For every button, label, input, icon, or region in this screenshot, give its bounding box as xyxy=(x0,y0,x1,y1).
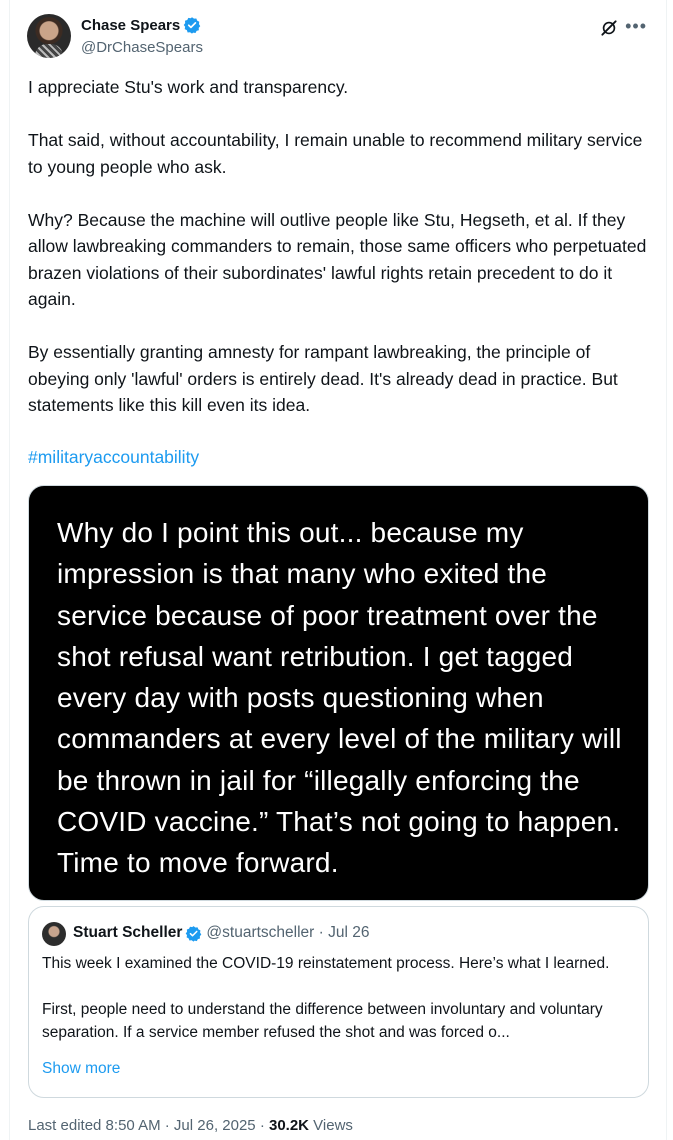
author-display-name[interactable]: Chase Spears xyxy=(81,17,180,34)
quoted-text: This week I examined the COVID-19 reinst… xyxy=(42,952,638,1067)
more-icon[interactable]: ••• xyxy=(625,16,647,37)
attached-image[interactable]: Why do I point this out... because my im… xyxy=(28,485,649,901)
verified-badge-icon xyxy=(183,17,201,34)
tweet-text: I appreciate Stu's work and transparency… xyxy=(28,74,653,445)
views-count: 30.2K xyxy=(268,1117,310,1134)
author-handle[interactable]: @DrChaseSpears xyxy=(81,39,203,56)
show-more-link[interactable]: Show more xyxy=(42,1060,120,1078)
quoted-author-avatar xyxy=(42,922,66,946)
views-label: Views xyxy=(309,1117,353,1134)
verified-badge-icon xyxy=(186,925,202,942)
image-text: Why do I point this out... because my im… xyxy=(57,517,622,879)
quoted-handle-date: @stuartscheller · Jul 26 xyxy=(206,924,370,941)
grok-icon[interactable] xyxy=(599,18,619,38)
tweet-paragraph: Why? Because the machine will outlive pe… xyxy=(28,209,647,310)
author-name-row: Chase Spears xyxy=(81,16,201,34)
quoted-author-row: Stuart Scheller @stuartscheller · Jul 26 xyxy=(73,924,369,942)
hashtag-link[interactable]: #militaryaccountability xyxy=(28,444,199,471)
tweet-footer: Last edited 8:50 AM · Jul 26, 2025 · 30.… xyxy=(28,1117,353,1134)
edited-timestamp[interactable]: Last edited 8:50 AM · Jul 26, 2025 · xyxy=(28,1117,269,1134)
tweet-paragraph: I appreciate Stu's work and transparency… xyxy=(28,77,349,97)
quoted-paragraph: This week I examined the COVID-19 reinst… xyxy=(42,955,610,972)
quoted-paragraph: First, people need to understand the dif… xyxy=(42,1001,603,1041)
tweet-paragraph: By essentially granting amnesty for ramp… xyxy=(28,342,618,415)
tweet-paragraph: That said, without accountability, I rem… xyxy=(28,130,643,177)
quoted-tweet[interactable]: Stuart Scheller @stuartscheller · Jul 26… xyxy=(28,906,649,1098)
quoted-author-name: Stuart Scheller xyxy=(73,924,183,941)
tweet-header: Chase Spears @DrChaseSpears ••• xyxy=(27,14,657,60)
author-avatar[interactable] xyxy=(27,14,71,58)
